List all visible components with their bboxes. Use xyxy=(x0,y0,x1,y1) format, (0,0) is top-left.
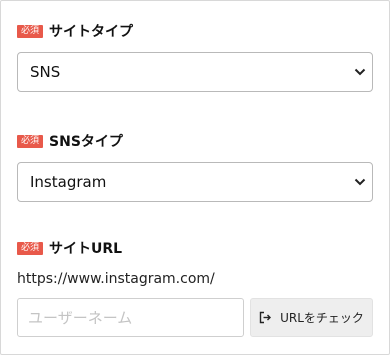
site-type-select[interactable]: SNS xyxy=(17,52,373,92)
sns-type-label-row: 必須 SNSタイプ xyxy=(17,131,373,151)
site-url-field: 必須 サイトURL https://www.instagram.com/ URL… xyxy=(17,238,373,337)
required-badge: 必須 xyxy=(17,134,44,148)
chevron-down-icon xyxy=(354,68,366,76)
check-url-button-label: URLをチェック xyxy=(280,311,364,325)
form-panel: 必須 サイトタイプ SNS 必須 SNSタイプ Instagram 必須 サイト… xyxy=(0,0,390,355)
site-type-selected-value: SNS xyxy=(30,63,61,81)
url-input-row: URLをチェック xyxy=(17,298,373,337)
site-url-label: サイトURL xyxy=(49,241,123,257)
sns-type-field: 必須 SNSタイプ Instagram xyxy=(17,131,373,202)
url-prefix-text: https://www.instagram.com/ xyxy=(17,271,215,287)
sign-out-icon xyxy=(259,311,272,324)
sns-type-select[interactable]: Instagram xyxy=(17,162,373,202)
site-url-label-row: 必須 サイトURL xyxy=(17,238,373,258)
chevron-down-icon xyxy=(354,178,366,186)
required-badge: 必須 xyxy=(17,24,44,38)
required-badge: 必須 xyxy=(17,241,44,255)
sns-type-label: SNSタイプ xyxy=(49,134,123,150)
site-type-label-row: 必須 サイトタイプ xyxy=(17,21,373,41)
site-type-label: サイトタイプ xyxy=(49,24,134,40)
username-input[interactable] xyxy=(17,298,244,337)
check-url-button[interactable]: URLをチェック xyxy=(250,298,373,337)
site-type-field: 必須 サイトタイプ SNS xyxy=(17,21,373,92)
sns-type-selected-value: Instagram xyxy=(30,173,107,191)
